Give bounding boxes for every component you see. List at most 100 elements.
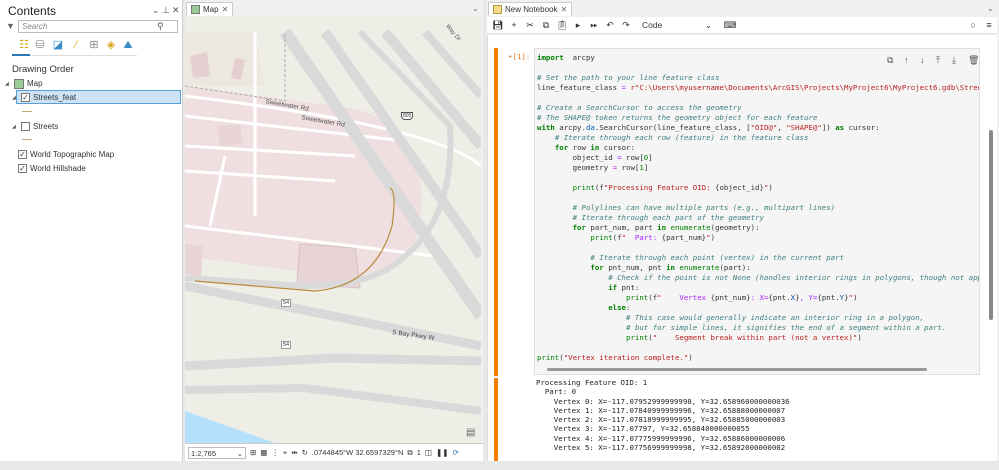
delete-cell-icon[interactable]: 🗑︎ — [968, 55, 979, 66]
crosshair-icon[interactable]: + — [283, 448, 287, 457]
insert-above-icon[interactable]: ⤒ — [936, 55, 940, 66]
duplicate-cell-icon[interactable]: ⧉ — [887, 55, 893, 66]
layer-checkbox[interactable] — [21, 122, 30, 131]
vertical-scrollbar[interactable] — [989, 130, 994, 470]
list-by-editing-icon[interactable]: ∕ — [69, 38, 83, 52]
contents-pane: Contents ⌄ ⊥ ✕ ▼ Search ⚲ ☷ ⛁ ◪ ∕ ⊞ ◈ ⛰ … — [0, 0, 183, 461]
notebook-body: •[1]: import arcpy # Set the path to your… — [487, 35, 997, 461]
filter-icon[interactable]: ▼ — [6, 21, 15, 31]
attribution-icon[interactable]: ▤ — [466, 427, 475, 438]
move-down-icon[interactable]: ↓ — [920, 55, 925, 65]
layer-checkbox[interactable]: ✓ — [21, 93, 30, 102]
list-by-source-icon[interactable]: ⛁ — [33, 38, 47, 52]
map-icon — [191, 5, 200, 14]
move-up-icon[interactable]: ↑ — [904, 55, 909, 65]
add-cell-icon[interactable]: + — [506, 20, 522, 30]
layer-item-world-hillshade[interactable]: ✓ World Hillshade — [18, 162, 86, 175]
layer-item-world-topographic-map[interactable]: ✓ World Topographic Map — [18, 148, 114, 161]
refresh-icon[interactable]: ⟳ — [453, 448, 459, 457]
menu-icon[interactable]: ≡ — [981, 20, 997, 30]
search-input[interactable]: Search — [18, 20, 178, 33]
code-line: import arcpy — [537, 53, 979, 63]
code-token: " — [621, 233, 635, 242]
code-line: print(f"Processing Feature OID: {object_… — [537, 183, 979, 193]
chevron-down-icon[interactable]: ⌄ — [472, 4, 479, 13]
map-view[interactable]: Sweetwater Rd Sweetwater Rd S Bay Pkwy W… — [185, 16, 481, 443]
code-token: Part: — [634, 233, 662, 242]
redo-icon[interactable]: ↷ — [618, 20, 634, 31]
code-token: row[ — [621, 153, 644, 162]
list-by-snapping-icon[interactable]: ⊞ — [87, 38, 101, 52]
keyboard-icon[interactable]: ⌨ — [722, 20, 738, 31]
pause-icon[interactable]: ❚❚ — [436, 448, 449, 457]
chevron-down-icon: ⌄ — [704, 19, 712, 30]
save-icon[interactable]: 💾︎ — [490, 20, 506, 31]
line-symbol — [22, 139, 32, 140]
snapping-icon[interactable]: ⋮ — [271, 448, 279, 457]
grid-icon[interactable]: ⊞ — [250, 448, 256, 457]
expand-icon[interactable]: ◢ — [12, 124, 18, 130]
code-token: {pnt. — [817, 293, 840, 302]
copy-icon[interactable]: ⧉ — [538, 20, 554, 31]
close-icon[interactable]: ✕ — [560, 5, 567, 14]
search-icon[interactable]: ⚲ — [157, 21, 164, 32]
code-token: " — [657, 293, 680, 302]
pin-icon[interactable]: ⊥ — [162, 5, 170, 16]
list-by-drawing-order-icon[interactable]: ☷ — [17, 38, 31, 52]
code-line: # but for simple lines, it signifies the… — [537, 323, 979, 333]
layer-item-map[interactable]: ◢ Map — [5, 77, 43, 90]
scrollbar-thumb[interactable] — [989, 130, 993, 320]
code-token: part_num, part — [585, 223, 658, 232]
list-by-selection-icon[interactable]: ◪ — [51, 38, 65, 52]
code-token: (f — [648, 293, 658, 302]
expand-icon[interactable]: ◢ — [12, 95, 18, 101]
code-token: ] — [643, 163, 649, 172]
table-icon[interactable]: ▦ — [260, 448, 267, 457]
selection-icon[interactable]: ⧉ — [407, 448, 412, 458]
code-content[interactable]: import arcpy # Set the path to your line … — [537, 53, 979, 363]
close-icon[interactable]: ✕ — [222, 5, 229, 14]
code-token: for — [590, 263, 604, 272]
run-icon[interactable]: ▸ — [570, 20, 586, 31]
layer-item-streets[interactable]: ◢ Streets — [12, 120, 58, 133]
notebook-toolbar: 💾︎ + ✂ ⧉ 📋︎ ▸ ⏩︎ ↶ ↷ Code ⌄ ⌨ ○ ≡ — [487, 17, 997, 34]
output-line: Processing Feature OID: 1 — [536, 378, 648, 387]
code-token: , — [777, 123, 787, 132]
expand-icon[interactable]: ◢ — [5, 81, 11, 87]
cell-type-value: Code — [642, 19, 663, 30]
toolbar-divider — [12, 55, 137, 56]
code-token: da — [585, 123, 595, 132]
scale-selector[interactable]: 1:2,765 ⌄ — [188, 446, 246, 459]
list-by-perspective-icon[interactable]: ⛰ — [121, 38, 135, 52]
insert-below-icon[interactable]: ⤓ — [952, 55, 956, 66]
rotate-icon[interactable]: ↻ — [302, 448, 308, 457]
undo-icon[interactable]: ↶ — [602, 20, 618, 31]
list-by-labeling-icon[interactable]: ◈ — [104, 38, 118, 52]
navigate-icon[interactable]: ⇹ — [291, 448, 297, 457]
cut-icon[interactable]: ✂ — [522, 20, 538, 31]
tab-new-notebook[interactable]: New Notebook ✕ — [488, 2, 573, 16]
horizontal-scrollbar[interactable] — [539, 367, 977, 372]
paste-icon[interactable]: 📋︎ — [554, 20, 570, 31]
contents-title: Contents — [8, 4, 57, 18]
layer-item-streets-feat[interactable]: ◢ ✓ Streets_feat — [12, 91, 76, 104]
scrollbar-thumb[interactable] — [547, 368, 927, 371]
close-icon[interactable]: ✕ — [172, 5, 180, 16]
chevron-down-icon[interactable]: ⌄ — [152, 5, 160, 16]
layer-checkbox[interactable]: ✓ — [18, 164, 27, 173]
run-all-icon[interactable]: ⏩︎ — [586, 20, 602, 31]
cell-active-indicator — [494, 48, 498, 376]
cell-type-select[interactable]: Code ⌄ — [642, 20, 722, 31]
code-token: # This case would generally indicate an … — [626, 313, 925, 322]
code-cell-editor[interactable]: import arcpy # Set the path to your line … — [534, 48, 980, 375]
chevron-down-icon[interactable]: ⌄ — [987, 4, 994, 13]
code-line: print("Vertex iteration complete.") — [537, 353, 979, 363]
tab-map[interactable]: Map ✕ — [186, 2, 234, 16]
layer-checkbox[interactable]: ✓ — [18, 150, 27, 159]
refresh-view-icon[interactable]: ◫ — [425, 448, 432, 457]
code-line: # This case would generally indicate an … — [537, 313, 979, 323]
